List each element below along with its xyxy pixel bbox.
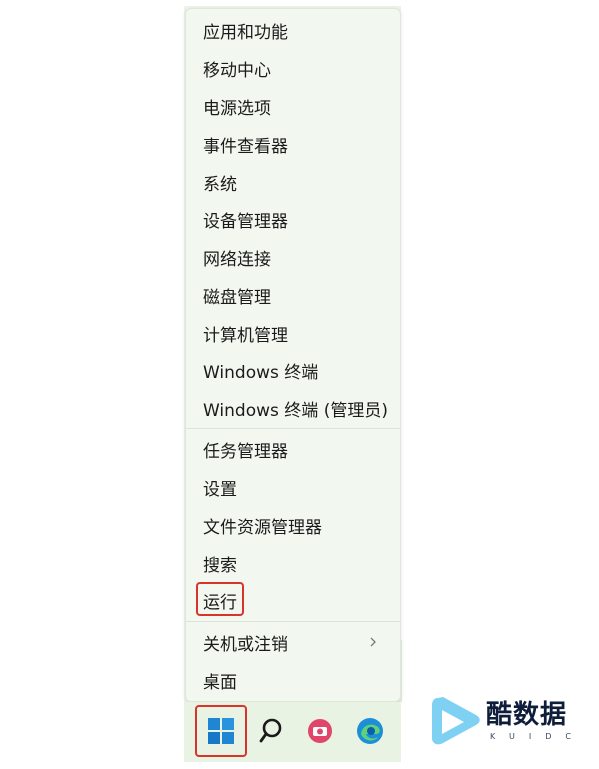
menu-item-shutdown-signout[interactable]: 关机或注销 (186, 625, 400, 659)
search-icon (259, 718, 282, 743)
menu-item-apps-features[interactable]: 应用和功能 (186, 13, 400, 47)
menu-item-label: 搜索 (203, 555, 237, 576)
menu-item-label: 系统 (203, 174, 237, 195)
menu-item-label: Windows 终端 (管理员) (203, 400, 388, 421)
menu-item-desktop[interactable]: 桌面 (186, 663, 400, 697)
menu-item-label: 文件资源管理器 (203, 517, 322, 538)
menu-item-label: 计算机管理 (203, 325, 288, 346)
start-highlight-box (195, 705, 247, 757)
menu-item-device-manager[interactable]: 设备管理器 (186, 202, 400, 236)
menu-item-windows-terminal[interactable]: Windows 终端 (186, 353, 400, 387)
menu-item-label: 设置 (203, 479, 237, 500)
menu-item-settings[interactable]: 设置 (186, 470, 400, 504)
watermark-subtitle: KUIDC (490, 732, 585, 741)
menu-item-label: 应用和功能 (203, 22, 288, 43)
menu-item-label: 网络连接 (203, 249, 271, 270)
camera-app-button[interactable] (298, 707, 342, 755)
chevron-right-icon (370, 637, 376, 647)
menu-item-label: 移动中心 (203, 60, 271, 81)
menu-item-power-options[interactable]: 电源选项 (186, 89, 400, 123)
menu-item-label: 关机或注销 (203, 634, 288, 655)
menu-item-event-viewer[interactable]: 事件查看器 (186, 127, 400, 161)
menu-separator (186, 621, 400, 622)
watermark-logo: 酷数据 KUIDC (430, 692, 580, 752)
play-logo-icon (432, 697, 480, 745)
menu-item-task-manager[interactable]: 任务管理器 (186, 432, 400, 466)
screenshot-canvas: 应用和功能 移动中心 电源选项 事件查看器 系统 设备管理器 网络连接 磁盘管理… (0, 0, 599, 769)
edge-browser-icon (357, 718, 383, 744)
edge-browser-button[interactable] (348, 707, 392, 755)
camera-app-icon (308, 719, 332, 743)
menu-item-label: 桌面 (203, 672, 237, 693)
watermark-name: 酷数据 (486, 700, 568, 730)
menu-item-file-explorer[interactable]: 文件资源管理器 (186, 508, 400, 542)
menu-item-label: 事件查看器 (203, 136, 288, 157)
search-button[interactable] (249, 707, 293, 755)
menu-item-mobility-center[interactable]: 移动中心 (186, 51, 400, 85)
menu-item-label: 电源选项 (203, 98, 271, 119)
menu-item-label: 任务管理器 (203, 441, 288, 462)
menu-item-label: 设备管理器 (203, 211, 288, 232)
menu-item-computer-management[interactable]: 计算机管理 (186, 316, 400, 350)
menu-item-search[interactable]: 搜索 (186, 546, 400, 580)
menu-item-network-connections[interactable]: 网络连接 (186, 240, 400, 274)
menu-item-disk-management[interactable]: 磁盘管理 (186, 278, 400, 312)
menu-item-label: Windows 终端 (203, 362, 319, 383)
menu-separator (186, 428, 400, 429)
run-highlight-box (196, 582, 244, 616)
menu-item-system[interactable]: 系统 (186, 165, 400, 199)
menu-item-label: 磁盘管理 (203, 287, 271, 308)
menu-item-windows-terminal-admin[interactable]: Windows 终端 (管理员) (186, 391, 400, 425)
